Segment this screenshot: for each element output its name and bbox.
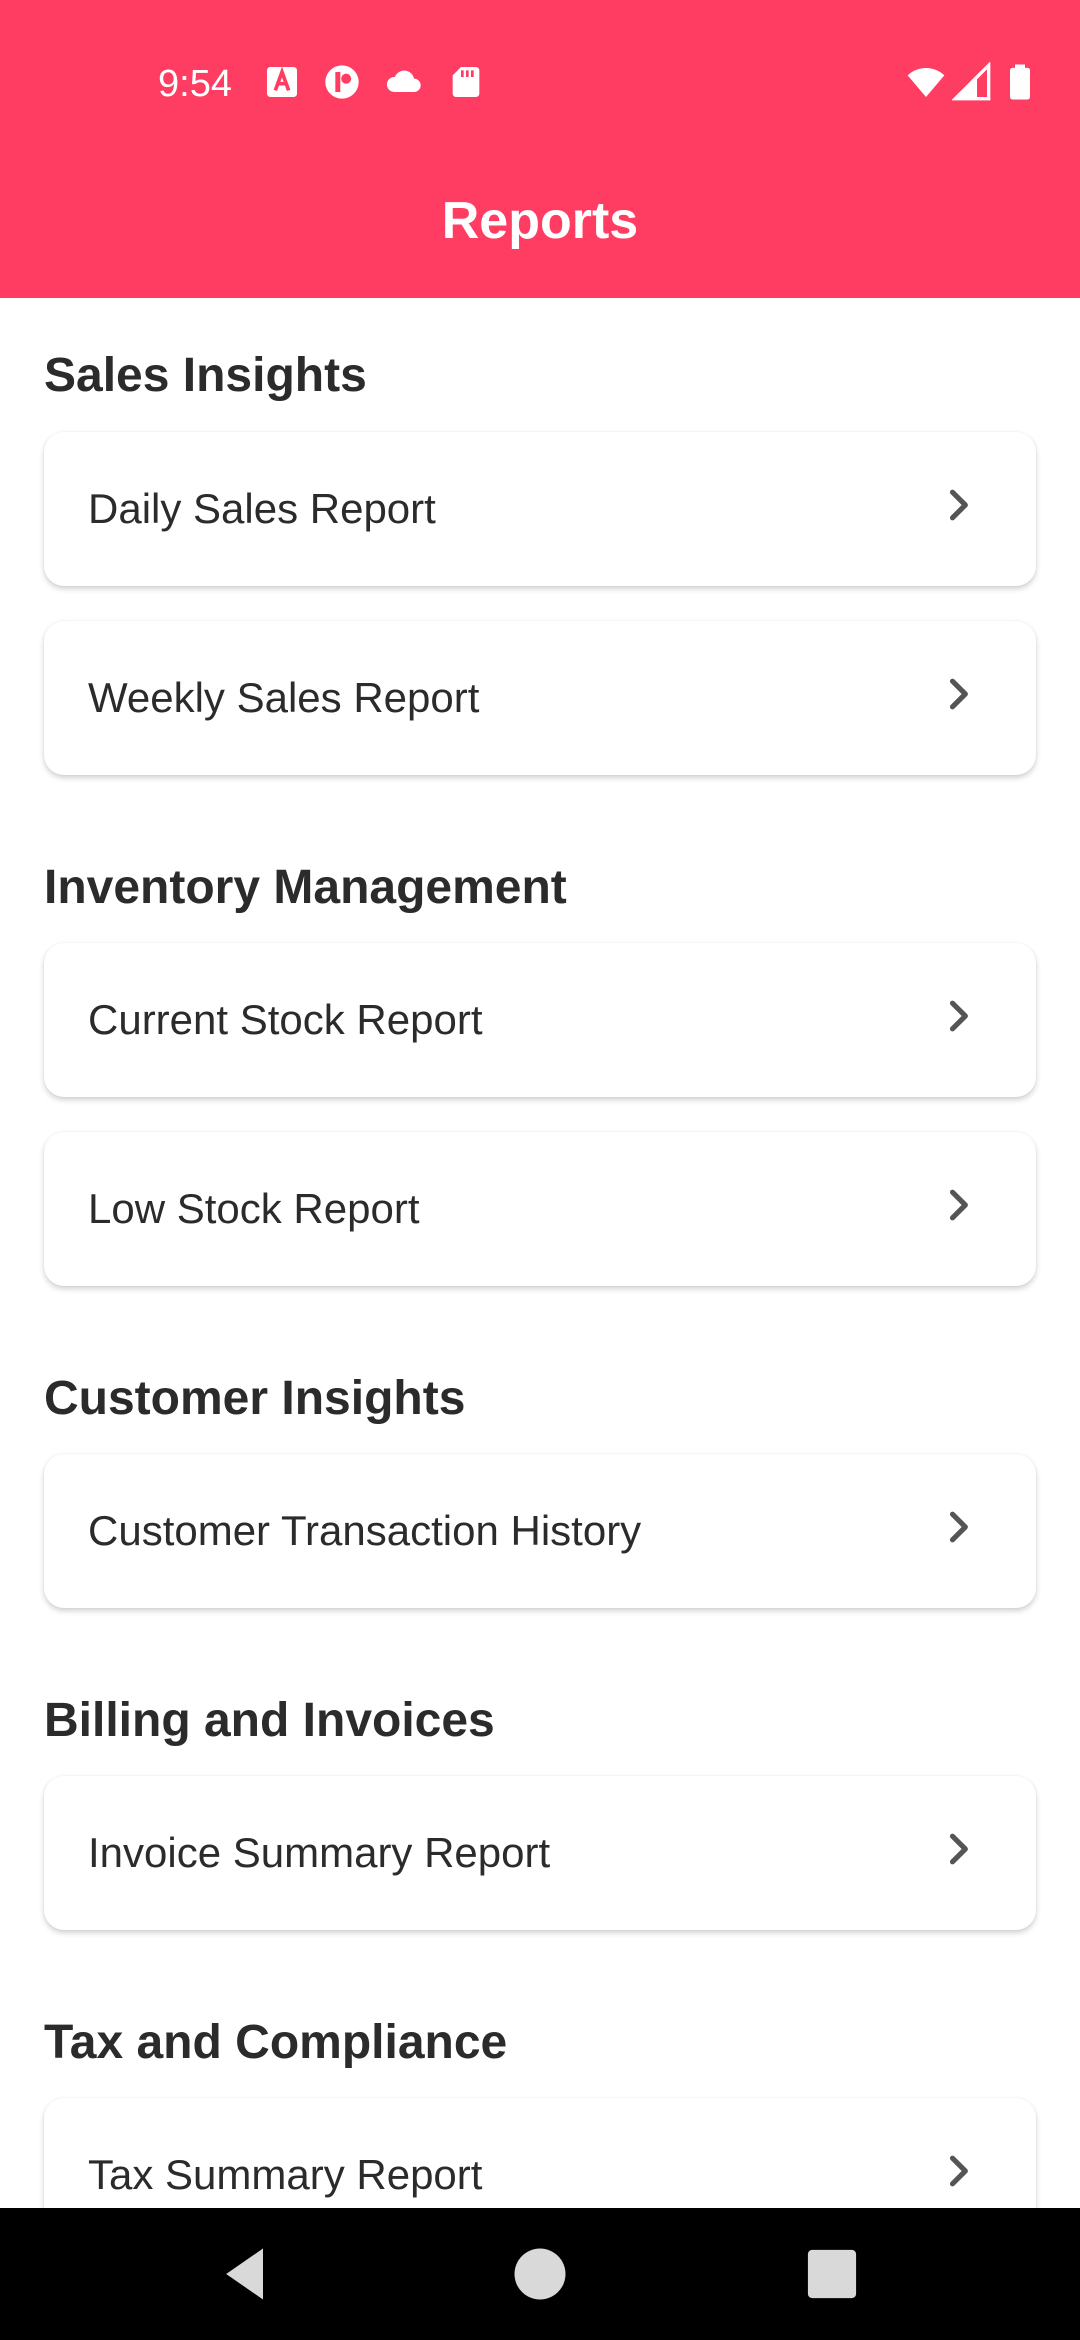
report-item-label: Tax Summary Report [88,2151,483,2198]
section-title-billing-and-invoices: Billing and Invoices [44,1694,495,1747]
report-item-weekly-sales[interactable]: Weekly Sales Report [44,621,1036,775]
info-circle-icon [322,62,362,102]
battery-icon [1000,62,1040,102]
report-item-label: Low Stock Report [88,1185,420,1232]
section-title-customer-insights: Customer Insights [44,1372,466,1425]
report-item-tax-summary[interactable]: Tax Summary Report [44,2098,1036,2208]
signal-icon [952,62,992,102]
chevron-right-icon [936,1183,980,1227]
section-title-sales-insights: Sales Insights [44,349,367,402]
section-title-inventory-management: Inventory Management [44,861,567,914]
report-item-customer-transaction-history[interactable]: Customer Transaction History [44,1454,1036,1608]
wifi-icon [906,62,946,102]
report-item-daily-sales[interactable]: Daily Sales Report [44,432,1036,586]
sd-card-icon [446,62,486,102]
chevron-right-icon [936,994,980,1038]
status-bar: 9:54 [0,0,1080,166]
chevron-right-icon [936,672,980,716]
report-item-label: Current Stock Report [88,996,483,1043]
page-title: Reports [441,192,639,250]
section-title-tax-and-compliance: Tax and Compliance [44,2016,508,2069]
back-icon[interactable] [212,2240,280,2308]
app-header: 9:54 Reports [0,0,1080,298]
cloud-icon [384,62,424,102]
report-item-label: Customer Transaction History [88,1507,642,1554]
chevron-right-icon [936,1827,980,1871]
font-a-icon [262,62,302,102]
report-item-current-stock[interactable]: Current Stock Report [44,943,1036,1097]
home-icon[interactable] [506,2240,574,2308]
recents-icon[interactable] [798,2240,866,2308]
report-item-label: Weekly Sales Report [88,674,480,721]
chevron-right-icon [936,1505,980,1549]
report-item-low-stock[interactable]: Low Stock Report [44,1132,1036,1286]
reports-screen: 9:54 Reports Sales Insights Daily Sales … [0,0,1080,2340]
system-navigation-bar [0,2208,1080,2340]
chevron-right-icon [936,2149,980,2193]
chevron-right-icon [936,483,980,527]
report-item-label: Invoice Summary Report [88,1829,551,1876]
status-time: 9:54 [158,63,232,105]
reports-list[interactable]: Sales Insights Daily Sales Report Weekly… [0,298,1080,2208]
report-item-invoice-summary[interactable]: Invoice Summary Report [44,1776,1036,1930]
report-item-label: Daily Sales Report [88,485,436,532]
